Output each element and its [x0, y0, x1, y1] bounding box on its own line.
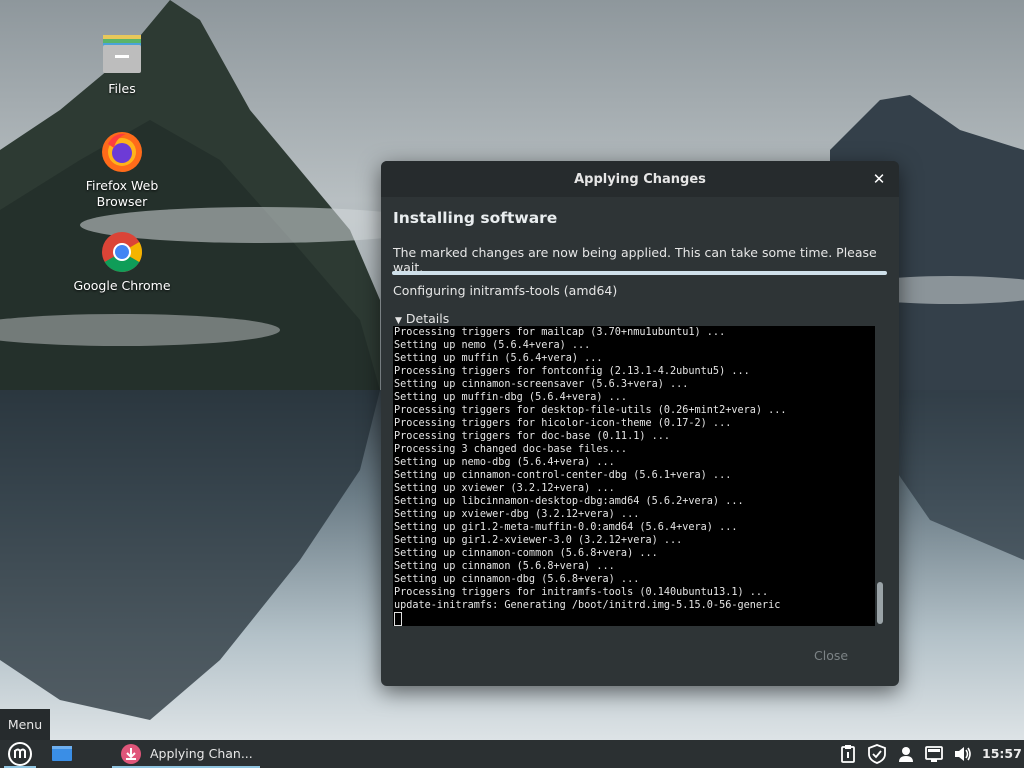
terminal-line: Setting up xviewer (3.2.12+vera) ...: [394, 483, 615, 494]
terminal-line: Setting up cinnamon-screensaver (5.6.3+v…: [394, 379, 689, 390]
desktop-icon: [52, 746, 72, 761]
mint-menu-icon: [8, 742, 32, 766]
chevron-down-icon: ▼: [395, 316, 402, 326]
update-manager-icon[interactable]: [838, 744, 858, 764]
user-icon[interactable]: [896, 744, 916, 764]
volume-icon[interactable]: [953, 744, 973, 764]
status-text: Configuring initramfs-tools (amd64): [393, 283, 618, 298]
desktop-icon-files[interactable]: Files: [67, 33, 177, 97]
terminal-cursor-line: [394, 612, 787, 626]
terminal-line: Processing triggers for hicolor-icon-the…: [394, 418, 732, 429]
dialog-heading: Installing software: [393, 209, 558, 227]
terminal-line: Processing triggers for desktop-file-uti…: [394, 405, 787, 416]
terminal-line: Setting up cinnamon-dbg (5.6.8+vera) ...: [394, 574, 640, 585]
progress-bar: [392, 271, 887, 275]
taskbar-item-applying-changes[interactable]: Applying Chan...: [112, 740, 260, 768]
terminal-cursor: [394, 612, 402, 626]
terminal-line: Setting up muffin (5.6.4+vera) ...: [394, 353, 603, 364]
terminal-line: Processing 3 changed doc-base files...: [394, 444, 628, 455]
applying-changes-dialog: Applying Changes ✕ Installing software T…: [381, 161, 899, 686]
dialog-title: Applying Changes: [574, 172, 706, 187]
terminal-line: Setting up nemo-dbg (5.6.4+vera) ...: [394, 457, 615, 468]
shield-icon[interactable]: [867, 744, 887, 764]
desktop-icon-firefox[interactable]: Firefox Web Browser: [67, 130, 177, 210]
dialog-titlebar[interactable]: Applying Changes ✕: [381, 161, 899, 197]
progress-bar-fill: [392, 271, 887, 275]
terminal-line: Setting up cinnamon-control-center-dbg (…: [394, 470, 732, 481]
folder-icon: [100, 33, 144, 77]
terminal-line: Processing triggers for initramfs-tools …: [394, 587, 769, 598]
scrollbar-thumb[interactable]: [877, 582, 883, 624]
close-button[interactable]: Close: [814, 648, 848, 663]
terminal-line: Processing triggers for doc-base (0.11.1…: [394, 431, 671, 442]
menu-button[interactable]: [2, 740, 38, 768]
chrome-icon: [100, 230, 144, 274]
menu-tooltip: Menu: [0, 709, 50, 740]
clock[interactable]: 15:57: [982, 746, 1022, 761]
terminal-line: Setting up gir1.2-xviewer-3.0 (3.2.12+ve…: [394, 535, 683, 546]
terminal-line: Setting up cinnamon (5.6.8+vera) ...: [394, 561, 615, 572]
firefox-icon: [100, 130, 144, 174]
desktop-icon-label: Firefox Web Browser: [85, 178, 159, 209]
desktop-icon-chrome[interactable]: Google Chrome: [67, 230, 177, 294]
terminal-line: Setting up nemo (5.6.4+vera) ...: [394, 340, 591, 351]
terminal-line: Setting up cinnamon-common (5.6.8+vera) …: [394, 548, 658, 559]
terminal-output[interactable]: Processing triggers for mailcap (3.70+nm…: [393, 326, 875, 626]
close-icon[interactable]: ✕: [869, 169, 889, 189]
show-desktop-button[interactable]: [46, 740, 76, 768]
desktop-icon-label: Google Chrome: [73, 278, 171, 293]
terminal-line: update-initramfs: Generating /boot/initr…: [394, 600, 781, 611]
download-icon: [121, 744, 141, 764]
terminal-scrollbar[interactable]: [877, 326, 883, 626]
terminal-line: Processing triggers for mailcap (3.70+nm…: [394, 327, 726, 338]
network-icon[interactable]: [924, 744, 944, 764]
taskbar: Applying Chan... 15:57: [0, 740, 1024, 768]
terminal-line: Setting up xviewer-dbg (3.2.12+vera) ...: [394, 509, 640, 520]
desktop-icon-label: Files: [108, 81, 136, 96]
taskbar-item-label: Applying Chan...: [150, 746, 253, 761]
terminal-line: Setting up gir1.2-meta-muffin-0.0:amd64 …: [394, 522, 738, 533]
details-label: Details: [405, 311, 450, 326]
terminal-line: Setting up muffin-dbg (5.6.4+vera) ...: [394, 392, 628, 403]
terminal-line: Setting up libcinnamon-desktop-dbg:amd64…: [394, 496, 744, 507]
terminal-line: Processing triggers for fontconfig (2.13…: [394, 366, 750, 377]
terminal-lines: Processing triggers for mailcap (3.70+nm…: [394, 326, 787, 626]
details-expander[interactable]: ▼ Details: [395, 311, 449, 326]
